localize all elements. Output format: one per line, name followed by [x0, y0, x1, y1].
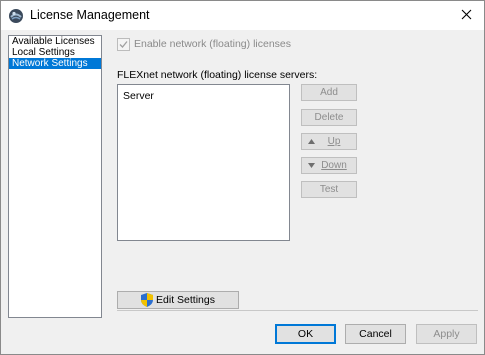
test-server-button[interactable]: Test: [301, 181, 357, 198]
settings-category-list[interactable]: Available Licenses Local Settings Networ…: [8, 35, 102, 318]
edit-settings-button[interactable]: Edit Settings: [117, 291, 239, 309]
license-globe-icon: [8, 8, 24, 24]
edit-settings-label: Edit Settings: [156, 294, 215, 306]
down-button-label: Down: [321, 160, 347, 171]
sidebar-item-label: Network Settings: [12, 58, 88, 69]
add-button-label: Add: [320, 87, 338, 98]
move-down-button[interactable]: Down: [301, 157, 357, 174]
sidebar-item-local-settings[interactable]: Local Settings: [9, 47, 101, 58]
window-title: License Management: [30, 8, 150, 22]
footer-divider: [117, 310, 478, 311]
ok-button[interactable]: OK: [275, 324, 336, 344]
close-button[interactable]: [451, 3, 481, 28]
license-servers-label: FLEXnet network (floating) license serve…: [117, 69, 318, 81]
checkbox-box[interactable]: [117, 37, 130, 51]
up-button-label: Up: [327, 136, 341, 147]
apply-button-label: Apply: [433, 328, 460, 340]
license-server-list[interactable]: Server: [117, 84, 290, 241]
cancel-button[interactable]: Cancel: [345, 324, 406, 344]
server-list-item[interactable]: Server: [123, 90, 154, 102]
sidebar-item-label: Local Settings: [12, 47, 75, 58]
triangle-up-icon: [308, 134, 315, 149]
sidebar-item-network-settings[interactable]: Network Settings: [9, 58, 101, 69]
delete-server-button[interactable]: Delete: [301, 109, 357, 126]
sidebar-item-label: Available Licenses: [12, 36, 95, 47]
close-icon: [461, 9, 472, 23]
title-bar: License Management: [1, 1, 484, 30]
cancel-button-label: Cancel: [359, 328, 392, 340]
triangle-down-icon: [308, 158, 315, 173]
test-button-label: Test: [319, 184, 339, 195]
move-up-button[interactable]: Up: [301, 133, 357, 150]
sidebar-item-available-licenses[interactable]: Available Licenses: [9, 36, 101, 47]
enable-network-licenses-checkbox[interactable]: Enable network (floating) licenses: [117, 37, 291, 51]
enable-network-licenses-label: Enable network (floating) licenses: [134, 38, 291, 50]
uac-shield-icon: [141, 293, 154, 307]
delete-button-label: Delete: [314, 112, 344, 123]
ok-button-label: OK: [297, 328, 314, 340]
add-server-button[interactable]: Add: [301, 84, 357, 101]
checkmark-icon: [119, 40, 128, 48]
license-management-window: License Management Available Licenses Lo…: [0, 0, 485, 355]
apply-button[interactable]: Apply: [416, 324, 477, 344]
